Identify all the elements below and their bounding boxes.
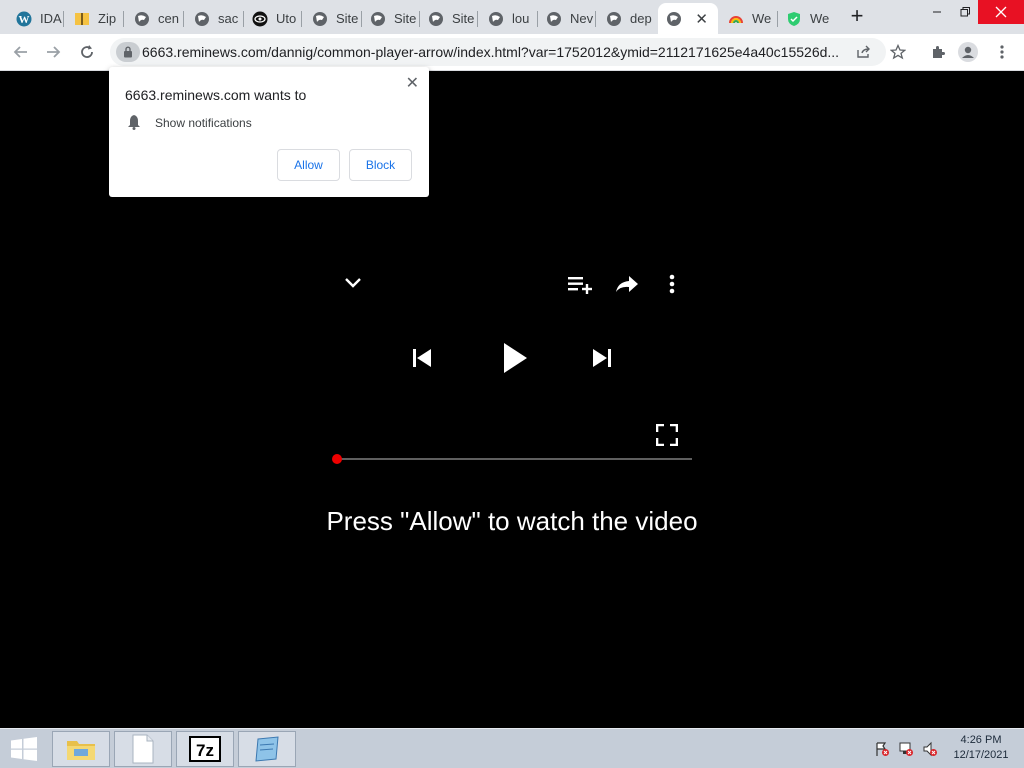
tab-label: Site: [452, 11, 475, 26]
next-track-icon[interactable]: [590, 345, 614, 371]
notepad-icon[interactable]: [238, 731, 296, 767]
fullscreen-icon[interactable]: [654, 422, 680, 448]
tab[interactable]: W IDA: [8, 3, 64, 34]
volume-muted-icon[interactable]: [922, 741, 938, 757]
globe-icon: [488, 11, 504, 27]
globe-icon: [666, 11, 682, 27]
rainbow-icon: [728, 11, 744, 27]
tab-label: cen: [158, 11, 179, 26]
svg-text:W: W: [19, 14, 30, 26]
tab-label: lou: [512, 11, 530, 26]
tab[interactable]: Nev: [538, 3, 596, 34]
allow-prompt-text: Press "Allow" to watch the video: [326, 506, 698, 536]
notification-permission-popup: 6663.reminews.com wants to ✕ Show notifi…: [109, 67, 429, 197]
globe-icon: [546, 11, 562, 27]
tab[interactable]: cen: [126, 3, 184, 34]
bell-icon: [127, 114, 141, 130]
tab-label: Site: [336, 11, 359, 26]
file-explorer-icon[interactable]: [52, 731, 110, 767]
clock-date: 12/17/2021: [953, 749, 1009, 761]
eye-icon: [252, 11, 268, 27]
back-button[interactable]: [10, 41, 32, 63]
address-bar[interactable]: 6663.reminews.com/dannig/common-player-a…: [110, 38, 906, 66]
tab-separator: [301, 11, 302, 27]
browser-toolbar: 6663.reminews.com/dannig/common-player-a…: [0, 34, 1024, 71]
allow-button[interactable]: Allow: [277, 149, 340, 181]
play-icon[interactable]: [500, 340, 530, 376]
profile-avatar[interactable]: [958, 42, 978, 62]
shield-icon: [786, 11, 802, 27]
wordpress-icon: W: [16, 11, 32, 27]
block-button[interactable]: Block: [349, 149, 412, 181]
more-options-icon[interactable]: [664, 272, 680, 296]
tab-strip: W IDA Zip cen sac Uto Site Site Site lou…: [0, 0, 1024, 34]
tab-label: We: [752, 11, 772, 26]
tab-active[interactable]: ✕: [658, 3, 718, 34]
zip-icon: [74, 11, 90, 27]
windows-taskbar: 7z 4:26 PM 12/17/2021: [0, 728, 1024, 768]
screen: W IDA Zip cen sac Uto Site Site Site lou…: [0, 0, 1024, 768]
tab[interactable]: sac: [186, 3, 244, 34]
tab-label: Uto: [276, 11, 297, 26]
tab[interactable]: We: [720, 3, 778, 34]
globe-icon: [370, 11, 386, 27]
star-icon[interactable]: [888, 42, 908, 62]
globe-icon: [194, 11, 210, 27]
progress-handle[interactable]: [332, 454, 342, 464]
share-arrow-icon[interactable]: [614, 272, 640, 296]
tab-separator: [183, 11, 184, 27]
7zip-icon[interactable]: 7z: [176, 731, 234, 767]
tab-separator: [63, 11, 64, 27]
share-icon[interactable]: [854, 42, 874, 62]
tab-label: Nev: [570, 11, 594, 26]
close-tab-icon[interactable]: ✕: [695, 10, 708, 28]
menu-kebab-icon[interactable]: [992, 42, 1012, 62]
tab[interactable]: lou: [480, 3, 538, 34]
tab-label: dep: [630, 11, 652, 26]
tab-label: Site: [394, 11, 417, 26]
tab-separator: [123, 11, 124, 27]
globe-icon: [312, 11, 328, 27]
url-text[interactable]: 6663.reminews.com/dannig/common-player-a…: [142, 44, 842, 60]
clock-time: 4:26 PM: [960, 734, 1002, 746]
tab-separator: [595, 11, 596, 27]
tab[interactable]: Site: [420, 3, 478, 34]
chevron-down-icon[interactable]: [342, 272, 364, 294]
tab-label: IDA: [40, 11, 62, 26]
start-button[interactable]: [8, 735, 40, 763]
progress-bar[interactable]: [336, 458, 692, 460]
blank-document-icon[interactable]: [114, 731, 172, 767]
tab-label: Zip: [98, 11, 117, 26]
close-window-button[interactable]: [978, 0, 1024, 24]
tab-separator: [477, 11, 478, 27]
reload-button[interactable]: [76, 41, 98, 63]
forward-button[interactable]: [42, 41, 64, 63]
globe-icon: [606, 11, 622, 27]
globe-icon: [428, 11, 444, 27]
permission-label: Show notifications: [155, 116, 252, 130]
previous-track-icon[interactable]: [410, 345, 434, 371]
extensions-icon[interactable]: [928, 42, 948, 62]
tab[interactable]: We: [778, 3, 836, 34]
restore-button[interactable]: [948, 0, 982, 24]
globe-icon: [134, 11, 150, 27]
add-to-queue-icon[interactable]: [566, 272, 594, 296]
action-center-flag-icon[interactable]: [874, 741, 890, 757]
system-clock[interactable]: 4:26 PM 12/17/2021: [946, 733, 1016, 763]
tab[interactable]: Site: [362, 3, 420, 34]
close-icon[interactable]: ✕: [406, 73, 419, 93]
tab[interactable]: Site: [304, 3, 362, 34]
tab-label: We: [810, 11, 830, 26]
tab[interactable]: dep: [598, 3, 656, 34]
tab-label: sac: [218, 11, 239, 26]
popup-title: 6663.reminews.com wants to: [125, 87, 307, 103]
lock-icon[interactable]: [116, 42, 140, 62]
network-icon[interactable]: [898, 741, 914, 757]
tab[interactable]: Uto: [244, 3, 302, 34]
tab[interactable]: Zip: [66, 3, 124, 34]
new-tab-button[interactable]: +: [846, 5, 868, 28]
svg-text:7z: 7z: [196, 741, 214, 760]
